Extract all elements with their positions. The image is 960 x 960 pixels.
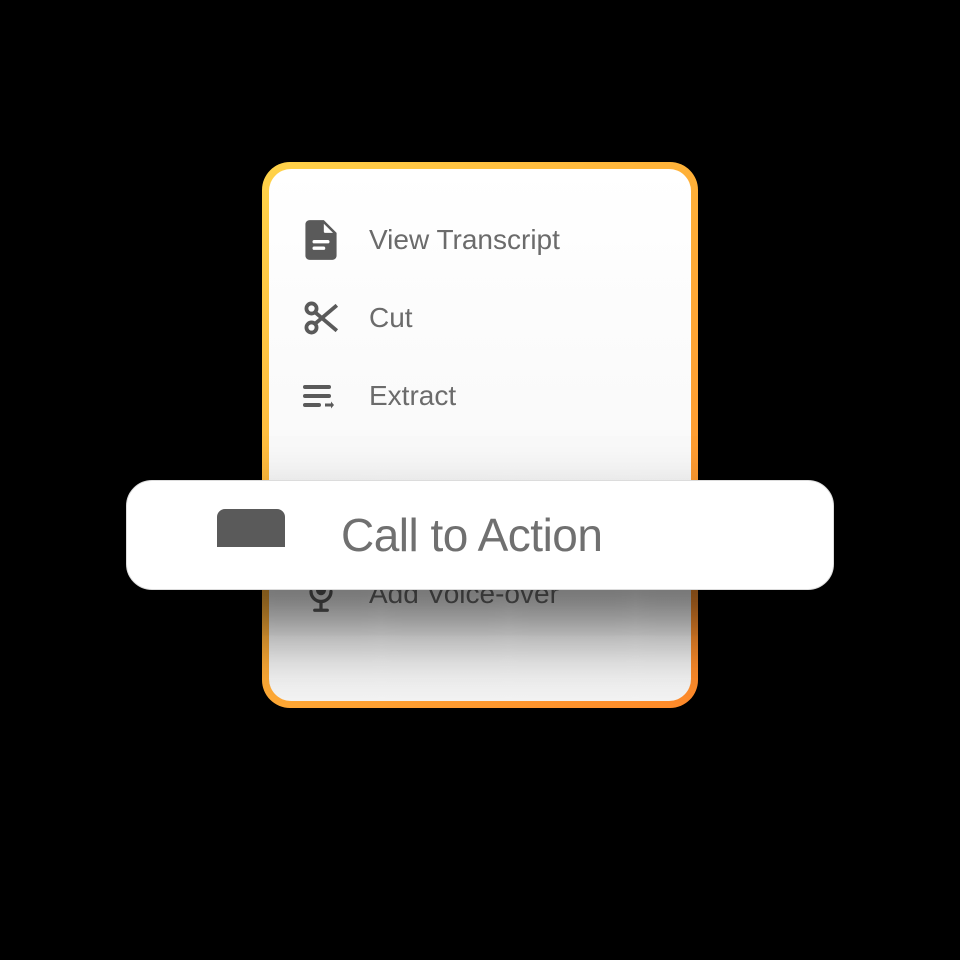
call-to-action-button[interactable]: Call to Action [126, 480, 834, 590]
menu-item-view-transcript[interactable]: View Transcript [299, 201, 661, 279]
menu-item-extract[interactable]: Extract [299, 357, 661, 435]
scissors-icon [299, 299, 343, 337]
banner-icon [215, 505, 287, 565]
call-to-action-label: Call to Action [341, 508, 602, 562]
context-menu: View Transcript Cut [269, 169, 691, 701]
document-icon [299, 220, 343, 260]
context-menu-card: View Transcript Cut [262, 162, 698, 708]
menu-item-label: Cut [369, 302, 413, 334]
menu-item-cut[interactable]: Cut [299, 279, 661, 357]
extract-icon [299, 381, 343, 411]
menu-item-label: Extract [369, 380, 456, 412]
stage: View Transcript Cut [0, 0, 960, 960]
menu-item-label: View Transcript [369, 224, 560, 256]
